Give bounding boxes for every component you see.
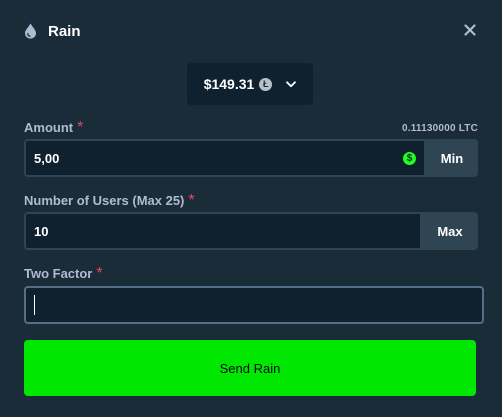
- amount-label: Amount: [24, 120, 74, 135]
- users-field: 10 Max: [24, 212, 478, 250]
- amount-label-row: Amount * 0.11130000 LTC: [24, 119, 478, 137]
- dollar-coin-icon: $: [403, 151, 416, 165]
- close-icon[interactable]: [462, 22, 478, 38]
- users-value: 10: [34, 223, 49, 239]
- modal-title: Rain: [48, 22, 81, 40]
- litecoin-icon: Ł: [259, 77, 273, 91]
- amount-value: 5,00: [34, 150, 60, 166]
- amount-input[interactable]: 5,00 $: [24, 139, 426, 177]
- users-label-row: Number of Users (Max 25) *: [24, 192, 478, 210]
- users-label: Number of Users (Max 25): [24, 193, 185, 208]
- two-factor-label: Two Factor: [24, 266, 93, 281]
- required-marker: *: [77, 119, 84, 136]
- two-factor-input[interactable]: [24, 286, 484, 324]
- send-rain-button[interactable]: Send Rain: [24, 340, 476, 396]
- amount-label-group: Amount *: [24, 119, 83, 137]
- text-cursor: [34, 295, 35, 315]
- users-label-group: Number of Users (Max 25) *: [24, 192, 195, 210]
- max-button[interactable]: Max: [422, 212, 478, 250]
- balance-amount: $149.31: [203, 76, 255, 92]
- ltc-equivalent: 0.11130000 LTC: [401, 122, 478, 134]
- two-factor-label-row: Two Factor *: [24, 265, 478, 283]
- users-input[interactable]: 10: [24, 212, 422, 250]
- min-button[interactable]: Min: [426, 139, 478, 177]
- rain-modal: Rain $149.31 Ł Amount * 0.11130000 LTC 5,…: [0, 0, 502, 417]
- chevron-down-icon: [286, 80, 297, 88]
- amount-field: 5,00 $ Min: [24, 139, 478, 177]
- two-factor-label-group: Two Factor *: [24, 265, 103, 283]
- required-marker: *: [96, 265, 103, 282]
- currency-balance-dropdown[interactable]: $149.31 Ł: [187, 63, 313, 105]
- required-marker: *: [188, 192, 195, 209]
- modal-header: Rain: [24, 20, 478, 42]
- droplet-icon: [24, 23, 38, 39]
